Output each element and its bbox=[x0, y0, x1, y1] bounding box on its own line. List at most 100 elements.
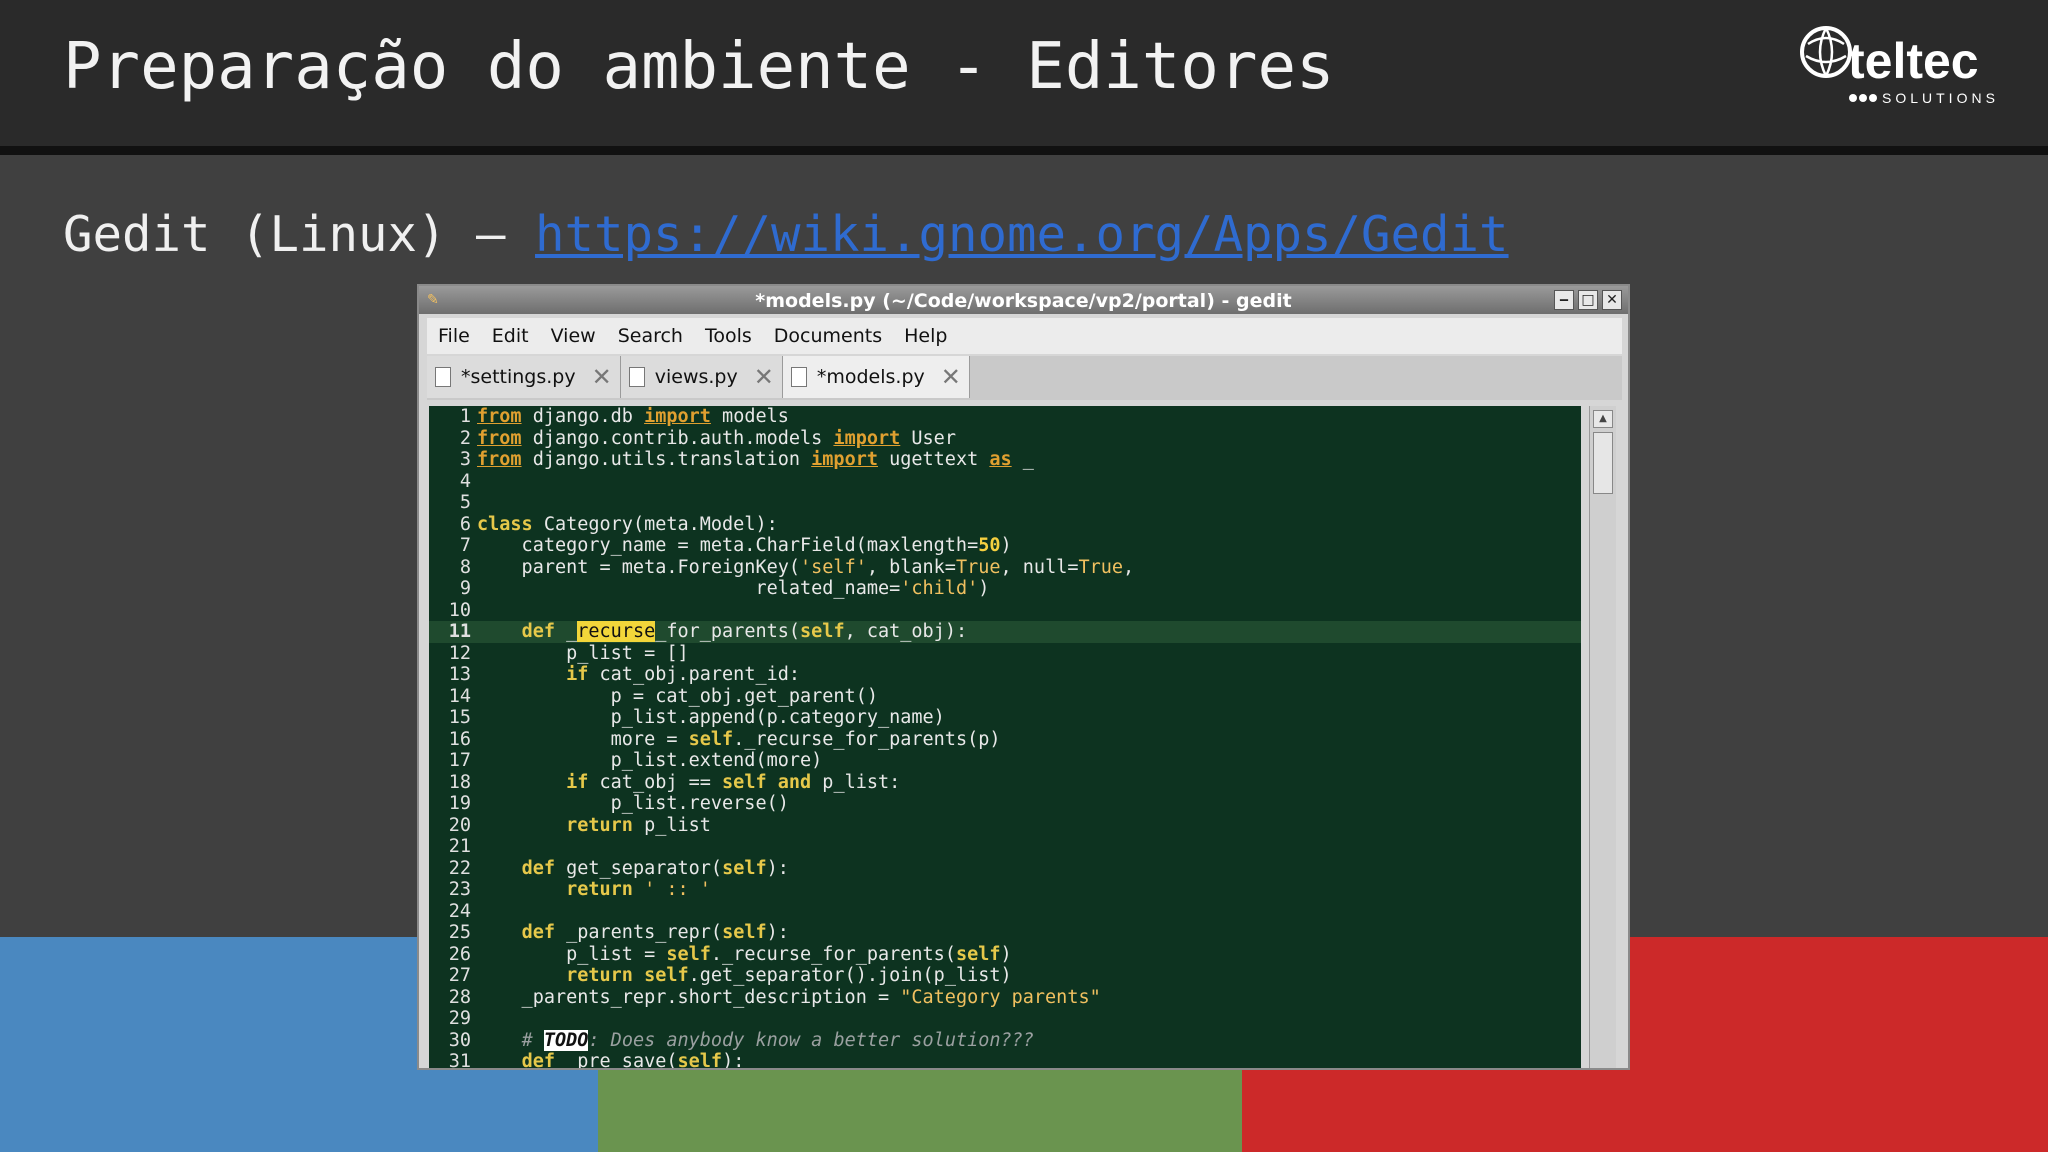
code-token: return bbox=[566, 879, 633, 900]
logo-wordmark: teltec bbox=[1848, 33, 1979, 89]
code-token: , null= bbox=[1000, 556, 1079, 578]
menu-help[interactable]: Help bbox=[893, 318, 958, 354]
code-line[interactable]: 22 def get_separator(self): bbox=[429, 858, 1581, 880]
scroll-thumb[interactable] bbox=[1593, 432, 1613, 494]
footer-bar-green bbox=[598, 1070, 1242, 1152]
tab-models[interactable]: *models.py ✕ bbox=[782, 356, 970, 398]
code-token: if bbox=[566, 664, 589, 685]
code-token: from bbox=[477, 406, 522, 427]
code-line[interactable]: 6 class Category(meta.Model): bbox=[429, 514, 1581, 536]
code-line[interactable]: 25 def _parents_repr(self): bbox=[429, 922, 1581, 944]
tab-settings[interactable]: *settings.py ✕ bbox=[427, 356, 621, 398]
code-token: ' :: ' bbox=[644, 879, 711, 900]
line-number: 17 bbox=[448, 750, 471, 771]
code-line[interactable]: 27 return self.get_separator().join(p_li… bbox=[429, 965, 1581, 987]
code-token: self bbox=[800, 621, 845, 642]
line-number: 11 bbox=[448, 621, 471, 642]
code-token: ): bbox=[722, 1051, 745, 1070]
line-number: 14 bbox=[448, 685, 471, 707]
code-token: cat_obj.parent_id: bbox=[588, 664, 801, 685]
code-line[interactable]: 7 category_name = meta.CharField(maxleng… bbox=[429, 535, 1581, 557]
footer-bar-red bbox=[1630, 937, 2048, 1152]
code-line[interactable]: 8 parent = meta.ForeignKey('self', blank… bbox=[429, 557, 1581, 579]
window-titlebar[interactable]: ✎ *models.py (~/Code/workspace/vp2/porta… bbox=[419, 286, 1628, 314]
menu-view[interactable]: View bbox=[540, 318, 607, 354]
code-line[interactable]: 24 bbox=[429, 901, 1581, 923]
menu-edit[interactable]: Edit bbox=[481, 318, 540, 354]
code-line[interactable]: 19 p_list.reverse() bbox=[429, 793, 1581, 815]
code-token: p = cat_obj.get_parent() bbox=[477, 685, 878, 707]
menu-documents[interactable]: Documents bbox=[763, 318, 893, 354]
line-number: 15 bbox=[448, 707, 471, 728]
code-line[interactable]: 15 p_list.append(p.category_name) bbox=[429, 707, 1581, 729]
code-token: recurse bbox=[577, 621, 656, 642]
code-line[interactable]: 4 bbox=[429, 471, 1581, 493]
tab-label: views.py bbox=[654, 366, 738, 388]
code-token: category_name = meta.CharField(maxlength… bbox=[477, 535, 979, 556]
maximize-icon[interactable]: □ bbox=[1578, 290, 1598, 310]
menu-bar: File Edit View Search Tools Documents He… bbox=[427, 318, 1622, 354]
line-number: 26 bbox=[448, 943, 471, 965]
scroll-up-icon[interactable]: ▲ bbox=[1593, 410, 1613, 428]
tab-label: *settings.py bbox=[461, 366, 576, 388]
tab-views[interactable]: views.py ✕ bbox=[620, 356, 783, 398]
vertical-scrollbar[interactable]: ▲ bbox=[1589, 406, 1616, 1068]
code-token: p_list = [] bbox=[477, 642, 689, 664]
code-token: Category(meta.Model): bbox=[532, 513, 778, 535]
document-icon bbox=[628, 367, 645, 387]
code-token: ) bbox=[1000, 535, 1012, 556]
code-token: ._recurse_for_parents( bbox=[710, 943, 956, 965]
tab-close-icon[interactable]: ✕ bbox=[754, 363, 774, 391]
code-line[interactable]: 29 bbox=[429, 1008, 1581, 1030]
menu-tools[interactable]: Tools bbox=[694, 318, 763, 354]
footer-bar-red-low bbox=[1242, 1070, 1630, 1152]
code-line[interactable]: 26 p_list = self._recurse_for_parents(se… bbox=[429, 944, 1581, 966]
code-line[interactable]: 21 bbox=[429, 836, 1581, 858]
code-line[interactable]: 18 if cat_obj == self and p_list: bbox=[429, 772, 1581, 794]
code-line[interactable]: 5 bbox=[429, 492, 1581, 514]
line-number: 1 bbox=[459, 406, 471, 427]
code-token: p_list bbox=[632, 814, 711, 836]
code-line[interactable]: 14 p = cat_obj.get_parent() bbox=[429, 686, 1581, 708]
code-token: 50 bbox=[978, 535, 1001, 556]
code-line[interactable]: 1 from django.db import models bbox=[429, 406, 1581, 428]
code-token: 'self' bbox=[800, 556, 867, 578]
code-token: # bbox=[521, 1029, 544, 1051]
code-token: cat_obj == bbox=[588, 771, 723, 793]
code-token: models bbox=[710, 406, 789, 427]
line-number: 9 bbox=[459, 578, 471, 599]
menu-file[interactable]: File bbox=[427, 318, 481, 354]
code-line[interactable]: 23 return ' :: ' bbox=[429, 879, 1581, 901]
code-token: ): bbox=[766, 857, 789, 879]
code-line[interactable]: 17 p_list.extend(more) bbox=[429, 750, 1581, 772]
tab-close-icon[interactable]: ✕ bbox=[941, 363, 961, 391]
minimize-icon[interactable]: ‒ bbox=[1554, 290, 1574, 310]
code-editor[interactable]: 1 from django.db import models 2 from djang… bbox=[429, 406, 1581, 1070]
code-line[interactable]: 11 def _recurse_for_parents(self, cat_ob… bbox=[429, 621, 1581, 643]
code-token: User bbox=[900, 427, 956, 449]
code-token: self bbox=[722, 857, 767, 879]
code-line[interactable]: 31 def _pre_save(self): bbox=[429, 1051, 1581, 1070]
code-token: p_list.extend(more) bbox=[477, 750, 823, 771]
code-line[interactable]: 12 p_list = [] bbox=[429, 643, 1581, 665]
tab-close-icon[interactable]: ✕ bbox=[592, 363, 612, 391]
code-line[interactable]: 30 # TODO: Does anybody know a better so… bbox=[429, 1029, 1581, 1052]
gedit-link[interactable]: https://wiki.gnome.org/Apps/Gedit bbox=[535, 206, 1509, 263]
header-divider bbox=[0, 146, 2048, 155]
close-icon[interactable]: ✕ bbox=[1602, 290, 1622, 310]
code-line[interactable]: 3 from django.utils.translation import ug… bbox=[429, 449, 1581, 471]
code-line[interactable]: 2 from django.contrib.auth.models import … bbox=[429, 428, 1581, 450]
code-line[interactable]: 13 if cat_obj.parent_id: bbox=[429, 664, 1581, 686]
code-token: "Category parents" bbox=[900, 986, 1101, 1008]
menu-search[interactable]: Search bbox=[607, 318, 694, 354]
code-line[interactable]: 16 more = self._recurse_for_parents(p) bbox=[429, 729, 1581, 751]
code-token: and bbox=[777, 771, 812, 793]
code-token: ._recurse_for_parents(p) bbox=[733, 728, 1001, 750]
code-line[interactable]: 9 related_name='child') bbox=[429, 578, 1581, 600]
code-line[interactable]: 10 bbox=[429, 600, 1581, 622]
code-line[interactable]: 28 _parents_repr.short_description = "Ca… bbox=[429, 987, 1581, 1009]
code-line[interactable]: 20 return p_list bbox=[429, 815, 1581, 837]
